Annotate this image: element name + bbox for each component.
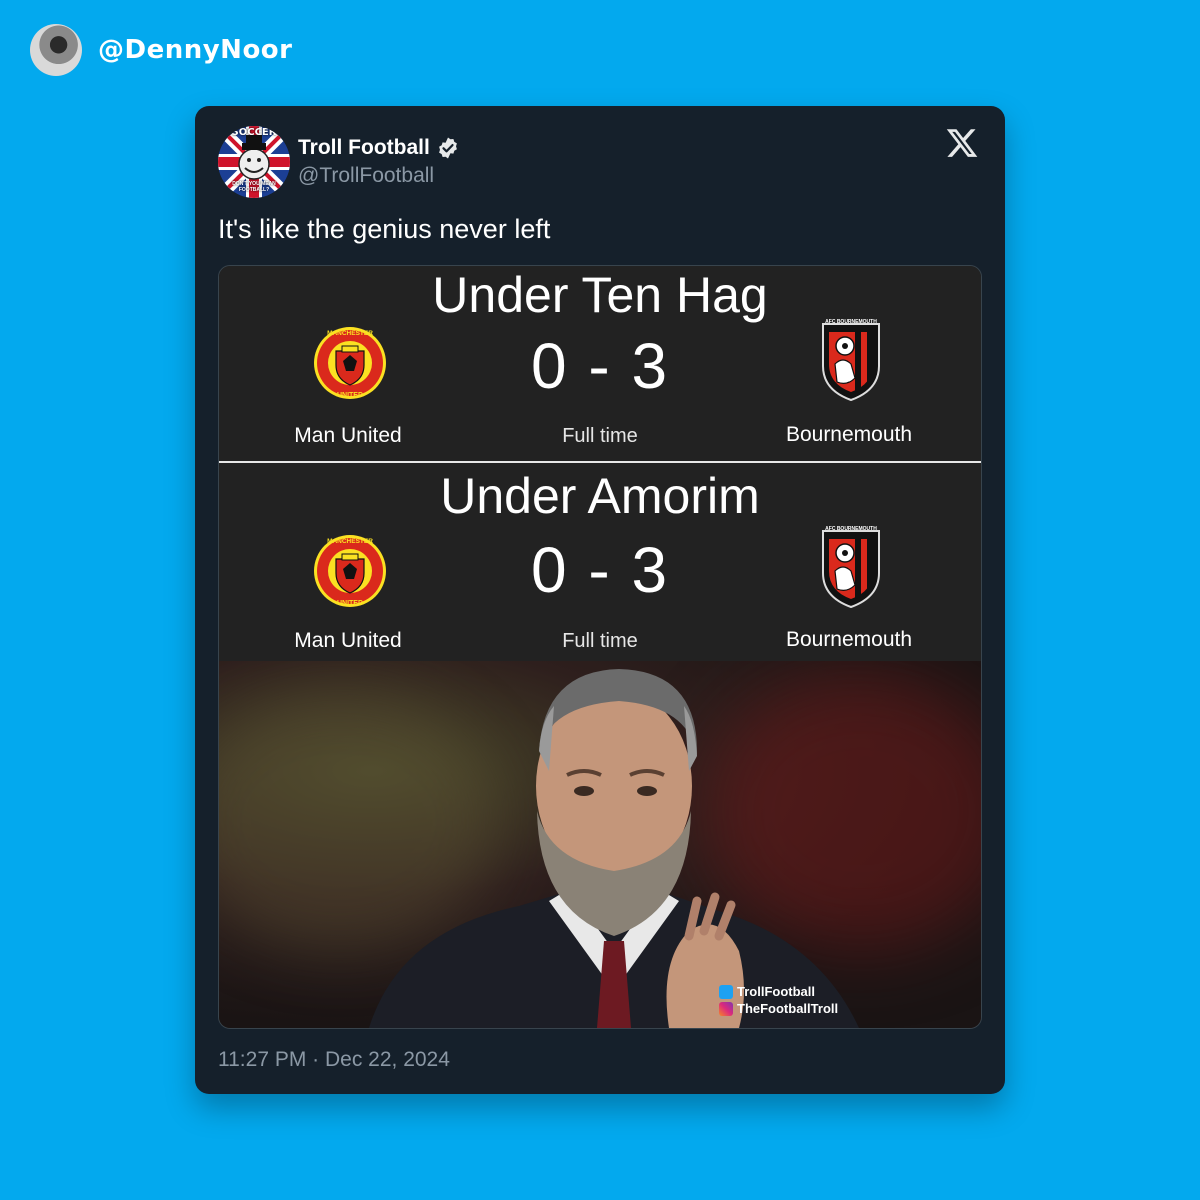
panel-title: Under Ten Hag <box>432 267 768 323</box>
away-team-name: Bournemouth <box>785 423 913 446</box>
crest-away-text: AFC BOURNEMOUTH <box>825 526 877 532</box>
outer-avatar <box>30 24 82 76</box>
avatar-bottom-text: DON'T YOU MEAN FOOTBALL? <box>232 181 276 193</box>
panel-title: Under Amorim <box>440 468 760 524</box>
instagram-icon <box>719 1001 733 1016</box>
x-logo-icon[interactable] <box>945 126 979 160</box>
away-team-name: Bournemouth <box>785 628 913 651</box>
watermark-twitter: TrollFootball <box>719 984 838 999</box>
tweet-timestamp[interactable]: 11:27 PM · Dec 22, 2024 <box>218 1048 450 1072</box>
score-panel-amorim: Under Amorim MANCHESTER UNITED 0 - 3 AFC… <box>219 463 981 661</box>
outer-user: @DennyNoor <box>30 24 293 76</box>
account-names: Troll Football @TrollFootball <box>298 136 460 188</box>
display-name-row: Troll Football <box>298 136 460 160</box>
tweet-text: It's like the genius never left <box>218 214 551 244</box>
crest-away-text: AFC BOURNEMOUTH <box>825 319 877 325</box>
score-panel-ten-hag: Under Ten Hag MANCHESTER UNITED 0 - 3 AF… <box>219 266 981 463</box>
manager-photo: TrollFootball TheFootballTroll <box>219 661 981 1028</box>
twitter-icon <box>719 984 733 999</box>
tweet-media[interactable]: Under Ten Hag MANCHESTER UNITED 0 - 3 AF… <box>218 265 982 1029</box>
account-avatar[interactable]: SOCCER DON'T YOU MEAN FOOTBALL? <box>218 126 290 198</box>
watermark: TrollFootball TheFootballTroll <box>719 984 838 1016</box>
bournemouth-crest-icon: AFC BOURNEMOUTH <box>822 526 880 609</box>
outer-handle: @DennyNoor <box>98 35 293 65</box>
tweet-card: SOCCER DON'T YOU MEAN FOOTBALL? Troll Fo… <box>195 106 1005 1094</box>
watermark-twitter-text: TrollFootball <box>737 984 815 999</box>
verified-badge-icon <box>438 137 457 159</box>
watermark-instagram: TheFootballTroll <box>719 1001 838 1016</box>
account-handle[interactable]: @TrollFootball <box>298 164 460 188</box>
manager-figure <box>369 669 859 1028</box>
tweet-header: SOCCER DON'T YOU MEAN FOOTBALL? Troll Fo… <box>218 126 460 198</box>
bournemouth-crest-icon: AFC BOURNEMOUTH <box>822 319 880 402</box>
display-name[interactable]: Troll Football <box>298 136 430 160</box>
watermark-instagram-text: TheFootballTroll <box>737 1001 839 1016</box>
avatar-top-text: SOCCER <box>231 127 277 138</box>
